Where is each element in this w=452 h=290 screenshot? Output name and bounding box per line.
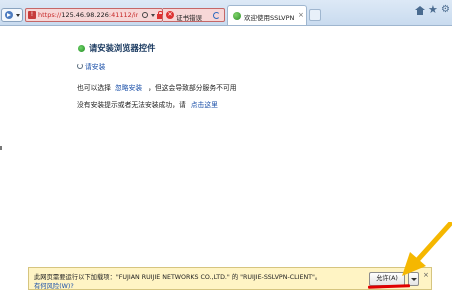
browser-toolbar: ! https://125.46.98.226:41112/imanifest … [0,0,452,26]
install-link[interactable]: 请安装 [85,61,105,71]
heading-row: 请安装浏览器控件 [78,42,155,54]
arrow-icon [5,11,13,19]
tab-title: 欢迎使用SSLVPN [244,14,295,22]
risk-link[interactable]: 有何风险(W)? [34,281,74,290]
annotation-arrow-icon [402,222,452,276]
globe-icon [233,12,241,20]
page-title: 请安装浏览器控件 [89,43,156,53]
chevron-down-icon [16,14,20,17]
alt-suffix-text: ，但这会导致部分服务不可用 [148,84,237,92]
address-url: https://125.46.98.226:41112/imanifest [38,11,138,19]
fail-text: 没有安装提示或者无法安装成功，请 [77,101,186,109]
cert-warning-icon: ! [28,11,36,19]
gear-icon[interactable]: ⚙ [441,4,450,16]
search-icon[interactable] [142,12,148,18]
alt-prefix-text: 也可以选择 [77,84,111,92]
tab-sslvpn[interactable]: 欢迎使用SSLVPN × [227,5,307,25]
back-forward-dropdown[interactable] [1,8,23,22]
edge-marker [0,146,2,150]
star-icon[interactable]: ★ [428,4,438,16]
fail-help-line: 没有安装提示或者无法安装成功，请 点击这里 [77,99,218,109]
address-dropdown-icon[interactable] [151,14,155,17]
tab-close-button[interactable]: × [298,11,304,19]
cert-error-label: 证书错误 [176,14,202,22]
click-here-link[interactable]: 点击这里 [191,101,218,109]
refresh-icon[interactable] [213,12,220,19]
address-bar[interactable]: ! https://125.46.98.226:41112/imanifest [25,8,163,22]
close-icon: ✕ [166,11,174,19]
plugin-icon [78,44,85,52]
cert-error-indicator[interactable]: ✕ 证书错误 [163,8,225,22]
spinner-icon [77,63,83,69]
alt-option-line: 也可以选择 忽略安装 ，但这会导致部分服务不可用 [77,82,237,92]
install-row: 请安装 [77,61,105,71]
notification-message: 此网页需要运行以下加载项："FUJIAN RUIJIE NETWORKS CO.… [34,274,322,281]
home-icon[interactable] [415,6,425,16]
new-tab-button[interactable] [309,9,321,21]
lock-icon[interactable] [157,11,163,19]
ignore-install-link[interactable]: 忽略安装 [115,84,142,92]
